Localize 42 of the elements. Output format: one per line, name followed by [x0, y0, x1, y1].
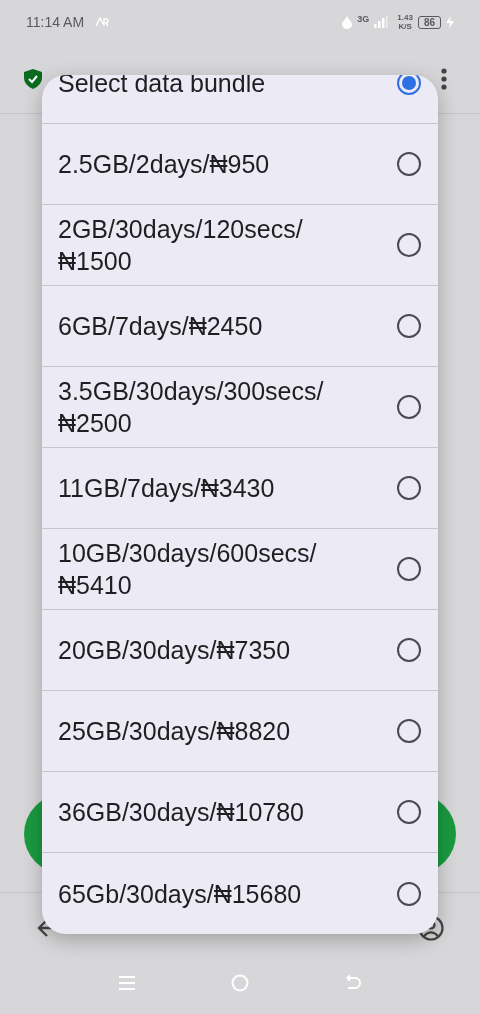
speed-unit: K/S — [398, 22, 412, 31]
bundle-label: 25GB/30days/₦8820 — [58, 716, 292, 747]
bundle-option[interactable]: 20GB/30days/₦7350 — [42, 610, 438, 691]
bundle-label: 11GB/7days/₦3430 — [58, 473, 276, 504]
battery-indicator: 86 — [417, 15, 441, 29]
radio-button[interactable] — [397, 395, 421, 419]
bundle-option[interactable]: 36GB/30days/₦10780 — [42, 772, 438, 853]
bundle-option[interactable]: 11GB/7days/₦3430 — [42, 448, 438, 529]
bundle-label: 6GB/7days/₦2450 — [58, 311, 264, 342]
radio-button[interactable] — [397, 638, 421, 662]
radio-button[interactable] — [397, 881, 421, 906]
bundle-option[interactable]: 2.5GB/2days/₦950 — [42, 124, 438, 205]
shield-check-icon — [24, 68, 42, 89]
bundle-label: 36GB/30days/₦10780 — [58, 797, 305, 828]
radio-button[interactable] — [397, 152, 421, 176]
more-menu-icon[interactable] — [441, 67, 447, 90]
radio-button[interactable] — [397, 233, 421, 257]
radio-button[interactable] — [397, 719, 421, 743]
network-speed: 1.43 — [397, 13, 413, 22]
bundle-option[interactable]: 10GB/30days/600secs/ ₦5410 — [42, 529, 438, 610]
bundle-label: 20GB/30days/₦7350 — [58, 635, 292, 666]
water-drop-icon — [342, 15, 353, 29]
bundle-label: 2GB/30days/120secs/ ₦1500 — [58, 214, 304, 277]
radio-button[interactable] — [397, 800, 421, 824]
charging-icon — [446, 15, 454, 29]
radio-button[interactable] — [397, 314, 421, 338]
bundle-option[interactable]: 6GB/7days/₦2450 — [42, 286, 438, 367]
bundle-label: 10GB/30days/600secs/ ₦5410 — [58, 538, 318, 601]
signal-icon — [374, 16, 389, 28]
bundle-label: 2.5GB/2days/₦950 — [58, 149, 271, 180]
radio-button[interactable] — [397, 476, 421, 500]
status-app-icon — [95, 17, 110, 27]
bundle-option[interactable]: 65Gb/30days/₦15680 — [42, 853, 438, 934]
bundle-label: 3.5GB/30days/300secs/ ₦2500 — [58, 376, 325, 439]
radio-button[interactable] — [397, 557, 421, 581]
bundle-option[interactable]: 2GB/30days/120secs/ ₦1500 — [42, 205, 438, 286]
bundle-option[interactable]: 3.5GB/30days/300secs/ ₦2500 — [42, 367, 438, 448]
bundle-label: 65Gb/30days/₦15680 — [58, 878, 303, 910]
radio-button[interactable] — [397, 75, 421, 95]
network-type: 3G — [357, 14, 370, 24]
bundle-option[interactable]: 25GB/30days/₦8820 — [42, 691, 438, 772]
status-time: 11:14 AM — [26, 14, 85, 30]
